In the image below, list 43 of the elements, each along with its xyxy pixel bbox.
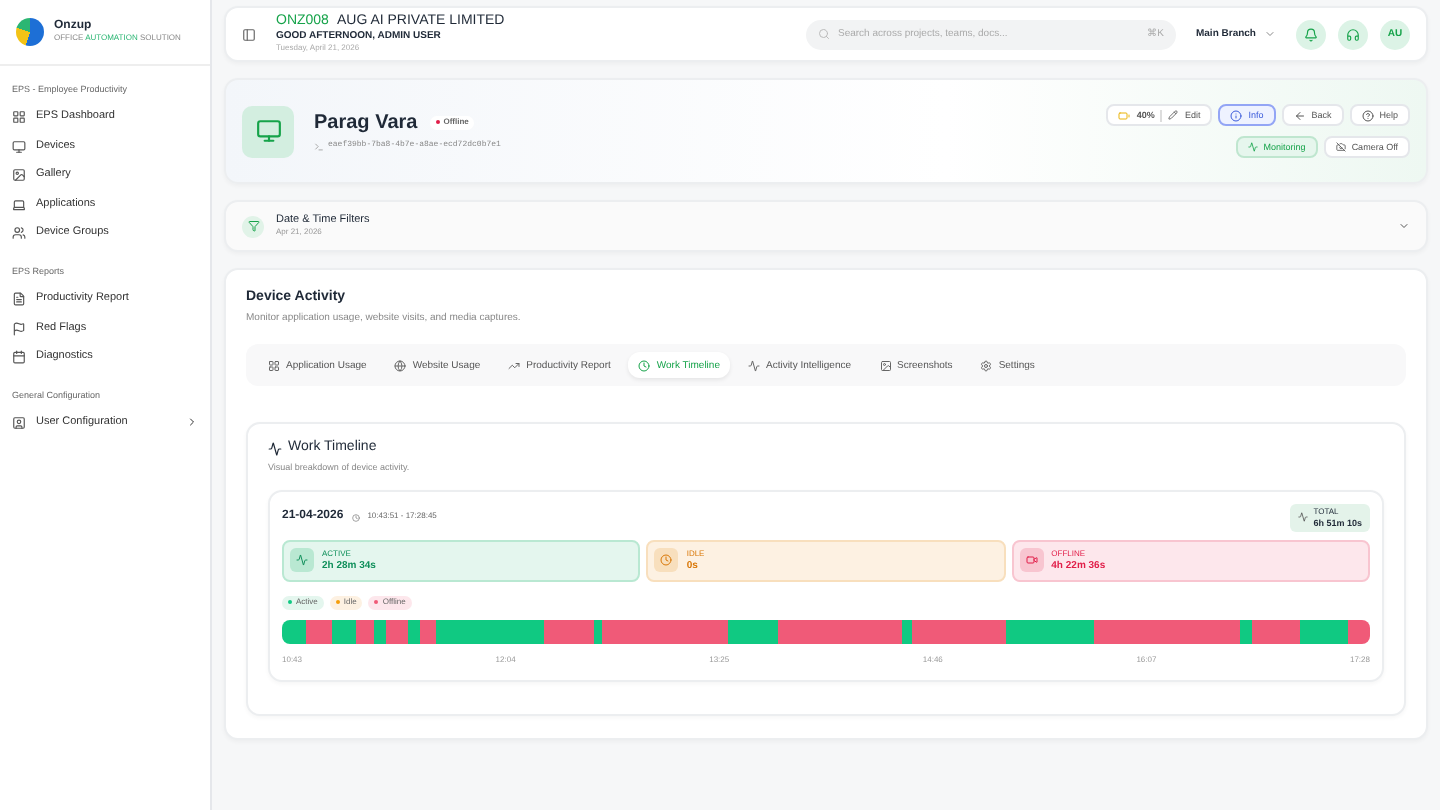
grid-icon [12,110,26,125]
pulse-icon [268,442,282,457]
filter-icon [242,215,264,237]
clock-icon [351,513,360,522]
camera-off-icon [1335,142,1346,152]
document-icon [12,292,26,307]
pulse-icon [1297,512,1308,523]
users-icon [12,226,26,241]
image-icon [879,359,892,372]
arrow-left-icon [1293,109,1306,121]
grid-icon [268,359,280,372]
clock-icon [638,359,651,372]
image-icon [12,168,26,183]
pencil-icon [1168,110,1179,120]
monitor-icon [12,139,26,154]
chevron-icon [1264,28,1276,40]
info-icon [1230,109,1243,121]
terminal-icon [314,141,324,151]
chevron-icon[interactable] [1398,220,1410,232]
calendar-icon [12,350,26,365]
pulse-icon [290,548,314,573]
sidebar-toggle-icon[interactable] [242,27,256,41]
logo-icon [16,18,44,46]
flag-icon [12,321,26,336]
help-icon [1361,109,1374,121]
globe-icon [394,359,407,372]
video-icon [1019,548,1044,573]
settings-icon [980,359,993,372]
user-icon [12,415,26,430]
device-name: Parag Vara [314,111,418,135]
battery-icon [1118,109,1131,121]
laptop-icon [12,197,26,212]
trend-icon [508,359,521,372]
device-icon [242,105,294,157]
pulse-icon [1247,142,1258,152]
chevron-icon [186,416,198,429]
support-button[interactable] [1338,19,1368,49]
search-icon [817,28,830,40]
clock-icon [654,548,679,573]
headset-icon [1346,27,1360,41]
pulse-icon [747,359,760,372]
notification-button[interactable] [1296,19,1326,49]
bell-icon [1304,27,1318,41]
